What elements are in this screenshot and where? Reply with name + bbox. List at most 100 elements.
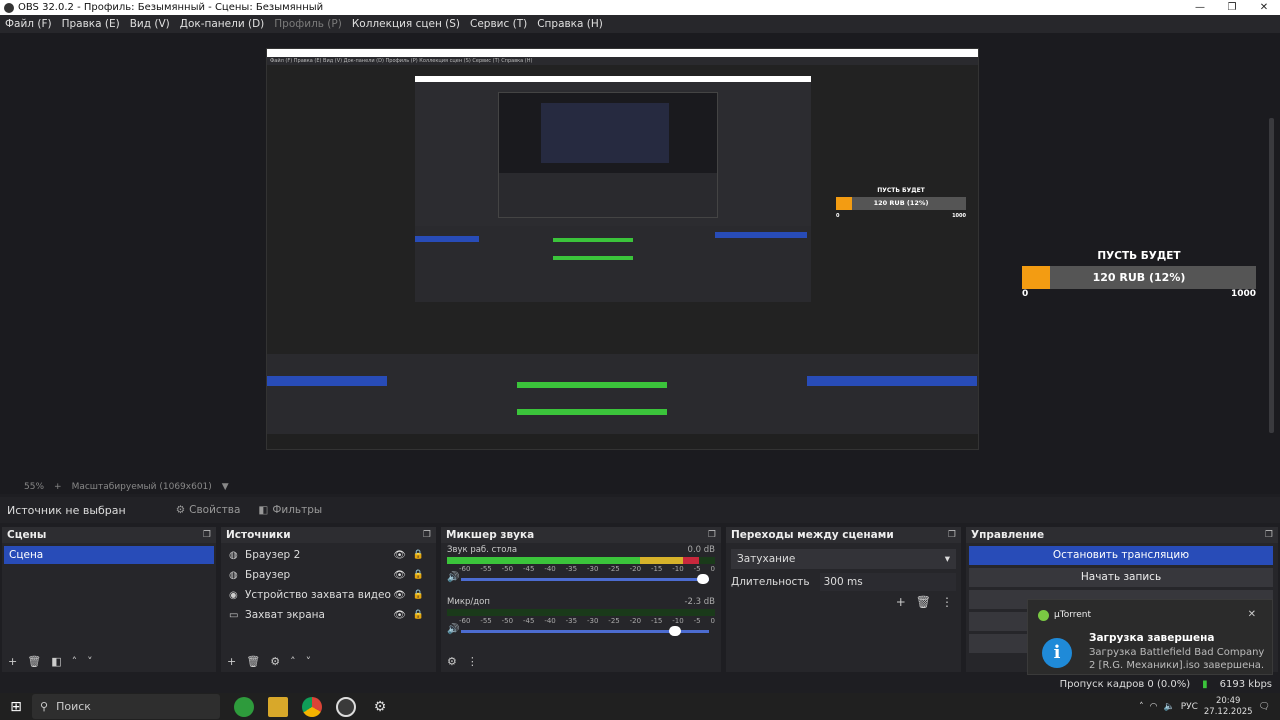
add-icon[interactable]: + [8,655,17,668]
clock-time: 20:49 [1215,695,1241,706]
lock-icon[interactable]: 🔒 [413,590,424,600]
add-icon[interactable]: + [227,655,236,668]
keyboard-language[interactable]: РУС [1181,702,1198,712]
meter-tick: -30 [586,617,599,625]
close-button[interactable]: ✕ [1248,0,1280,15]
lock-icon[interactable]: 🔒 [413,610,424,620]
filter-icon[interactable]: ◧ [51,655,61,668]
menu-scene-collection[interactable]: Коллекция сцен (S) [352,18,460,30]
transition-select[interactable]: Затухание ▾ [731,549,956,569]
move-down-icon[interactable]: ˅ [306,655,312,668]
stop-streaming-button[interactable]: Остановить трансляцию [969,546,1273,565]
nested-capture-level-1: Файл (F) Правка (E) Вид (V) Док-панели (… [267,49,978,449]
windows-start-icon[interactable]: ⊞ [0,699,32,715]
menu-view[interactable]: Вид (V) [130,18,170,30]
transition-selected: Затухание [737,553,796,565]
trash-icon[interactable]: 🗑 [916,595,931,609]
nested-titlebar-2 [415,76,811,82]
zoom-in-button[interactable]: + [54,482,62,492]
notifications-icon[interactable]: 🗨 [1259,702,1270,712]
scene-item[interactable]: Сцена [4,546,214,564]
gear-icon: ⚙ [175,504,186,516]
undock-icon[interactable]: ❐ [423,530,431,540]
eye-icon[interactable]: 👁 [393,590,406,601]
undock-icon[interactable]: ❐ [948,530,956,540]
more-icon[interactable]: ⋮ [467,655,478,668]
gear-icon[interactable]: ⚙ [447,655,457,668]
add-icon[interactable]: + [896,595,906,609]
menu-docks[interactable]: Док-панели (D) [180,18,265,30]
lock-icon[interactable]: 🔒 [413,570,424,580]
menu-tools[interactable]: Сервис (T) [470,18,527,30]
meter-tick: -40 [544,617,556,625]
source-item-video-capture[interactable]: ◉ Устройство захвата видео 👁 🔒 [221,585,436,605]
transition-buttons: + 🗑 ⋮ [726,595,961,609]
trash-icon[interactable]: 🗑 [246,655,260,668]
chevron-up-icon[interactable]: ˄ [1139,702,1144,712]
preview-area[interactable]: Файл (F) Правка (E) Вид (V) Док-панели (… [0,33,1280,490]
controls-dock-header: Управление ❐ [966,527,1278,543]
meter-tick: -35 [565,565,578,573]
sources-toolbar: + 🗑 ⚙ ˄ ˅ [221,650,436,672]
speaker-icon[interactable]: 🔊 [447,624,459,635]
volume-track[interactable] [461,578,709,581]
source-item-browser[interactable]: ◍ Браузер 👁 🔒 [221,565,436,585]
source-label: Устройство захвата видео [245,589,391,601]
utorrent-app-icon[interactable] [234,696,254,717]
volume-knob[interactable] [697,574,709,584]
maximize-button[interactable]: ❐ [1216,0,1248,15]
menu-help[interactable]: Справка (H) [537,18,603,30]
close-icon[interactable]: ✕ [1248,609,1256,620]
level-meter [447,557,715,564]
stream-preview[interactable]: Файл (F) Правка (E) Вид (V) Док-панели (… [266,48,979,450]
volume-slider[interactable]: 🔊 [447,624,715,636]
undock-icon[interactable]: ❐ [1265,530,1273,540]
chrome-icon[interactable] [302,696,322,717]
level-meter [447,609,715,616]
trash-icon[interactable]: 🗑 [27,655,41,668]
speaker-icon[interactable]: 🔊 [447,572,459,583]
volume-icon[interactable]: 🔈 [1163,702,1174,712]
start-recording-button[interactable]: Начать запись [969,568,1273,587]
scale-mode[interactable]: Масштабируемый (1069x601) [72,482,212,492]
gear-icon[interactable]: ⚙ [270,655,280,668]
zoom-level[interactable]: 55% [24,482,44,492]
eye-icon[interactable]: 👁 [393,570,406,581]
minimize-button[interactable]: — [1184,0,1216,15]
source-item-screen-capture[interactable]: ▭ Захват экрана 👁 🔒 [221,605,436,625]
volume-slider[interactable]: 🔊 [447,572,715,584]
move-down-icon[interactable]: ˅ [87,655,93,668]
vertical-scrollbar[interactable] [1269,118,1274,433]
toast-app-name: µTorrent [1054,610,1092,620]
move-up-icon[interactable]: ˄ [290,655,296,668]
eye-icon[interactable]: 👁 [393,610,406,621]
volume-knob[interactable] [668,626,681,636]
menu-file[interactable]: Файл (F) [5,18,52,30]
clock[interactable]: 20:49 27.12.2025 [1204,696,1253,718]
eye-icon[interactable]: 👁 [393,550,406,561]
system-tray: ˄ ◠ 🔈 РУС 20:49 27.12.2025 🗨 [1139,693,1280,720]
zoom-bar: 55% + Масштабируемый (1069x601) ▼ [0,480,1280,494]
lock-icon[interactable]: 🔒 [413,550,424,560]
wifi-icon[interactable]: ◠ [1150,702,1158,712]
notification-toast[interactable]: µTorrent ✕ i Загрузка завершена Загрузка… [1027,599,1273,675]
undock-icon[interactable]: ❐ [203,530,211,540]
obs-app-icon[interactable] [336,696,356,717]
source-item-browser-2[interactable]: ◍ Браузер 2 👁 🔒 [221,545,436,565]
filters-button[interactable]: ◧ Фильтры [258,504,322,516]
undock-icon[interactable]: ❐ [708,530,716,540]
taskbar-search[interactable]: ⚲ Поиск [32,694,220,719]
menu-edit[interactable]: Правка (E) [62,18,120,30]
scale-dropdown-icon[interactable]: ▼ [222,482,229,492]
settings-icon[interactable]: ⚙ [370,697,390,717]
move-up-icon[interactable]: ˄ [72,655,78,668]
meter-ticks: -60 -55 -50 -45 -40 -35 -30 -25 -20 -15 -10 -5 0 [447,617,715,625]
file-explorer-icon[interactable] [268,696,288,717]
more-icon[interactable]: ⋮ [941,595,953,609]
properties-button[interactable]: ⚙ Свойства [176,504,241,516]
nested-menubar: Файл (F) Правка (E) Вид (V) Док-панели (… [267,57,978,65]
scenes-dock-title: Сцены [7,529,47,541]
duration-input[interactable]: 300 ms [819,573,956,591]
scenes-toolbar: + 🗑 ◧ ˄ ˅ [2,650,216,672]
scenes-dock-header: Сцены ❐ [2,527,216,543]
